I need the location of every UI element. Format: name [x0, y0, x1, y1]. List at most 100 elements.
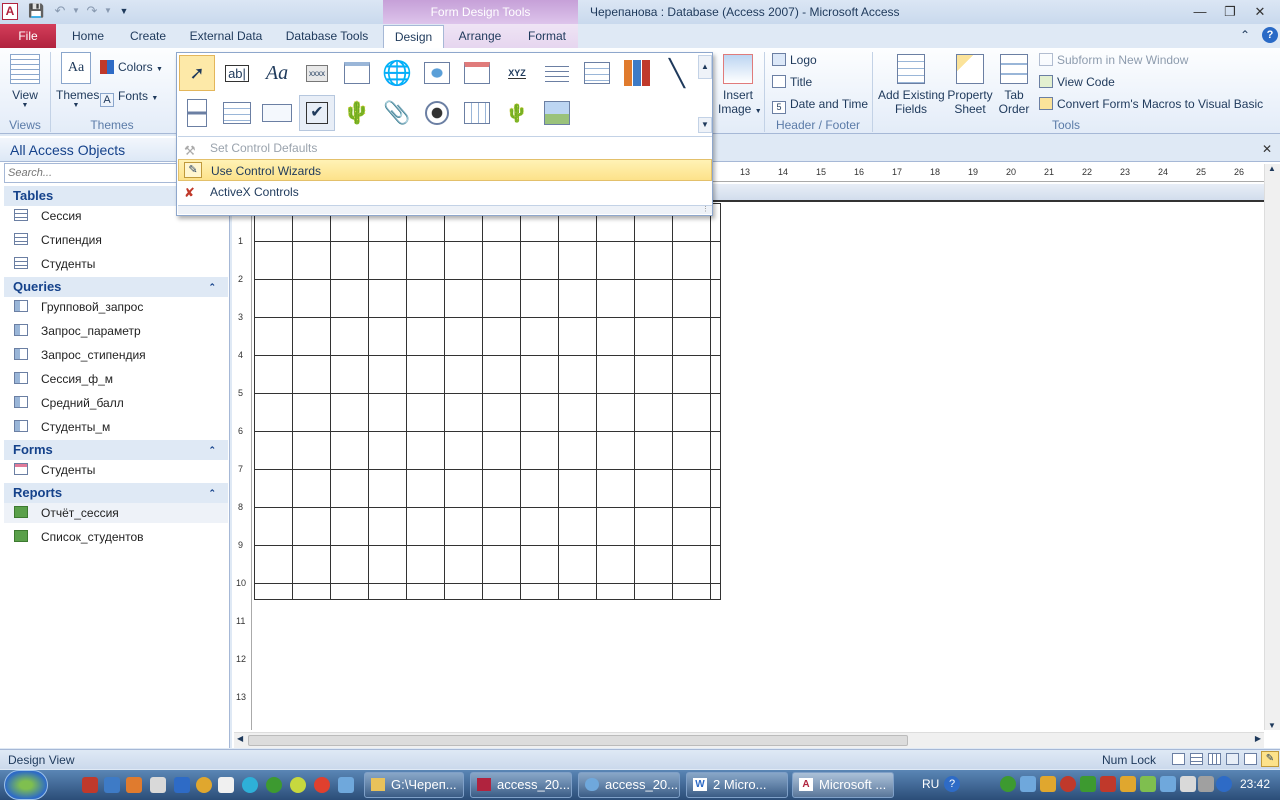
quicklaunch-icon[interactable]	[174, 777, 190, 793]
nav-item-query[interactable]: Студенты_м	[14, 417, 110, 437]
help-tray-icon[interactable]: ?	[944, 776, 960, 792]
bound-object-frame-icon[interactable]: 🌵	[499, 95, 535, 131]
tab-home[interactable]: Home	[66, 24, 110, 48]
nav-item-query[interactable]: Средний_балл	[14, 393, 124, 413]
unbound-object-frame-icon[interactable]: 🌵	[339, 95, 375, 131]
tab-order-button[interactable]: Tab Order	[996, 54, 1032, 116]
tab-external-data[interactable]: External Data	[186, 24, 266, 48]
flag-icon[interactable]	[1180, 776, 1196, 792]
scroll-up-icon[interactable]: ▲	[1268, 164, 1276, 173]
minimize-button[interactable]: —	[1188, 2, 1212, 22]
image-control-icon[interactable]	[539, 95, 575, 131]
insert-image-button[interactable]: Insert Image ▼	[718, 54, 762, 116]
view-button[interactable]: View ▼	[6, 54, 44, 114]
navigation-control-icon[interactable]	[459, 55, 495, 91]
nav-item-table[interactable]: Стипендия	[14, 230, 102, 250]
scroll-right-icon[interactable]: ▶	[1255, 734, 1261, 743]
select-pointer-icon[interactable]: ➚	[179, 55, 215, 91]
title-button[interactable]: Title	[772, 75, 812, 93]
web-browser-control-icon[interactable]	[419, 55, 455, 91]
quicklaunch-icon[interactable]	[82, 777, 98, 793]
convert-macros-button[interactable]: Convert Form's Macros to Visual Basic	[1039, 97, 1263, 115]
colors-button[interactable]: Colors ▼	[100, 60, 166, 78]
use-control-wizards-item[interactable]: ✎ Use Control Wizards	[178, 159, 712, 181]
view-pivotchart-icon[interactable]	[1226, 753, 1239, 765]
checkbox-control-icon[interactable]: ✔	[299, 95, 335, 131]
list-box-icon[interactable]	[219, 95, 255, 131]
undo-dropdown-icon[interactable]: ▼	[68, 3, 84, 19]
subform-control-icon[interactable]	[459, 95, 495, 131]
minimize-ribbon-icon[interactable]: ⌃	[1240, 28, 1250, 42]
close-document-icon[interactable]: ✕	[1262, 142, 1272, 156]
redo-icon[interactable]: ↷	[84, 3, 100, 19]
redo-dropdown-icon[interactable]: ▼	[100, 3, 116, 19]
taskbar-button-access-active[interactable]: A Microsoft ...	[792, 772, 894, 798]
nav-group-reports[interactable]: Reports ⌃	[4, 483, 228, 503]
view-design-icon[interactable]: ✎	[1261, 751, 1279, 767]
label-control-icon[interactable]: Aa	[259, 55, 295, 91]
taskbar-button-word[interactable]: W 2 Micro...	[686, 772, 788, 798]
clock-tray-icon[interactable]	[1216, 776, 1232, 792]
property-sheet-button[interactable]: Property Sheet	[946, 54, 994, 116]
themes-button[interactable]: Aa Themes ▼	[56, 52, 99, 114]
taskbar-clock[interactable]: 23:42	[1240, 777, 1270, 791]
quicklaunch-icon[interactable]	[314, 777, 330, 793]
tray-icon[interactable]	[1140, 776, 1156, 792]
horizontal-scrollbar[interactable]: ◀ ▶	[234, 732, 1264, 748]
nav-item-query[interactable]: Запрос_параметр	[14, 321, 141, 341]
button-control-icon[interactable]: xxxx	[299, 55, 335, 91]
restore-button[interactable]: ❐	[1218, 2, 1242, 22]
language-indicator[interactable]: RU	[922, 777, 939, 791]
quicklaunch-icon[interactable]	[150, 777, 166, 793]
quicklaunch-icon[interactable]	[218, 777, 234, 793]
chart-control-icon[interactable]	[619, 55, 655, 91]
fonts-button[interactable]: A Fonts ▼	[100, 89, 166, 107]
tray-icon[interactable]	[1080, 776, 1096, 792]
rectangle-control-icon[interactable]	[259, 95, 295, 131]
tray-icon[interactable]	[1100, 776, 1116, 792]
view-form-icon[interactable]	[1172, 753, 1185, 765]
toggle-button-icon[interactable]	[179, 95, 215, 131]
close-button[interactable]: ✕	[1248, 2, 1272, 22]
textbox-control-icon[interactable]: ab|	[219, 55, 255, 91]
scroll-down-icon[interactable]: ▼	[1268, 721, 1276, 730]
option-button-icon[interactable]	[419, 95, 455, 131]
activex-controls-item[interactable]: ✘ ActiveX Controls	[178, 181, 712, 203]
date-time-button[interactable]: 5 Date and Time	[772, 97, 868, 115]
tray-icon[interactable]	[1020, 776, 1036, 792]
nav-item-report[interactable]: Список_студентов	[14, 527, 144, 547]
combo-box-icon[interactable]	[579, 55, 615, 91]
taskbar-button-explorer[interactable]: G:\Череп...	[364, 772, 464, 798]
gallery-resize-grip[interactable]: ⋮	[178, 205, 712, 214]
add-existing-fields-button[interactable]: Add Existing Fields	[878, 54, 945, 116]
quicklaunch-icon[interactable]	[242, 777, 258, 793]
scroll-thumb[interactable]	[248, 735, 908, 746]
nav-group-forms[interactable]: Forms ⌃	[4, 440, 228, 460]
view-pivottable-icon[interactable]	[1208, 753, 1221, 765]
scroll-left-icon[interactable]: ◀	[237, 734, 243, 743]
start-button[interactable]	[4, 770, 48, 800]
form-detail-grid[interactable]	[254, 203, 721, 600]
nav-item-query[interactable]: Запрос_стипендия	[14, 345, 146, 365]
nav-item-report[interactable]: Отчёт_сессия	[4, 503, 228, 523]
quicklaunch-icon[interactable]	[126, 777, 142, 793]
gallery-scroll-up-icon[interactable]: ▲	[698, 55, 712, 79]
logo-button[interactable]: Logo	[772, 53, 817, 71]
quicklaunch-icon[interactable]	[338, 777, 354, 793]
nav-item-table[interactable]: Студенты	[14, 254, 95, 274]
page-break-icon[interactable]	[539, 55, 575, 91]
nav-item-table[interactable]: Сессия	[14, 206, 82, 226]
tab-file[interactable]: File	[0, 24, 56, 48]
taskbar-button-access-1[interactable]: access_20...	[470, 772, 572, 798]
gallery-scroll-more-icon[interactable]: ▼	[698, 117, 712, 133]
view-datasheet-icon[interactable]	[1190, 753, 1203, 765]
save-icon[interactable]: 💾	[28, 3, 44, 19]
quicklaunch-icon[interactable]	[104, 777, 120, 793]
quicklaunch-icon[interactable]	[290, 777, 306, 793]
tray-icon[interactable]	[1060, 776, 1076, 792]
quicklaunch-icon[interactable]	[196, 777, 212, 793]
attachment-control-icon[interactable]: 📎	[379, 95, 415, 131]
quicklaunch-icon[interactable]	[266, 777, 282, 793]
subform-new-window-button[interactable]: Subform in New Window	[1039, 53, 1188, 71]
taskbar-button-access-2[interactable]: access_20...	[578, 772, 680, 798]
